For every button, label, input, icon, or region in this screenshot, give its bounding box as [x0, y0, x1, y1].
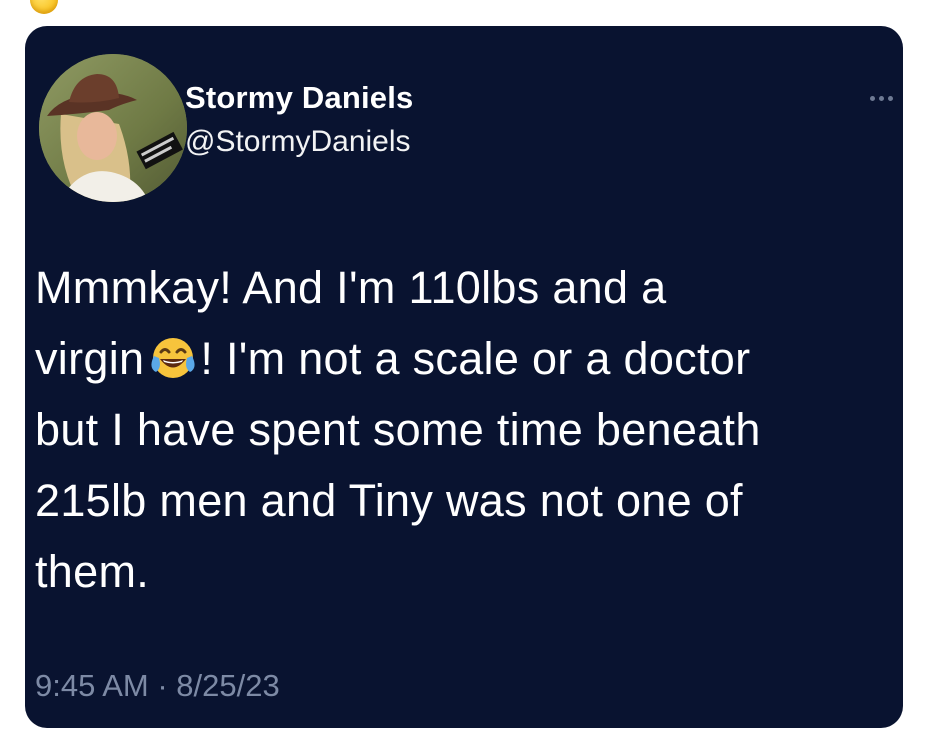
tweet-timestamp[interactable]: 9:45 AM · 8/25/23	[35, 668, 280, 704]
tweet-card: Stormy Daniels @StormyDaniels Mmmkay! An…	[25, 26, 903, 728]
face-with-tears-of-joy-emoji	[151, 338, 195, 378]
more-dot	[869, 95, 875, 101]
more-dot	[878, 95, 884, 101]
author-handle[interactable]: @StormyDaniels	[185, 125, 411, 159]
tweet-text: Mmmkay! And I'm 110lbs and a virgin ! I'…	[35, 252, 895, 607]
more-horizontal-icon[interactable]	[861, 78, 901, 118]
author-display-name[interactable]: Stormy Daniels	[185, 80, 414, 116]
more-dot	[887, 95, 893, 101]
avatar[interactable]	[39, 54, 187, 202]
tweet-text-segment: ! I'm not a scale or a doctor	[200, 333, 751, 384]
tweet-line: Mmmkay! And I'm 110lbs and a	[35, 262, 667, 313]
tweet-line: but I have spent some time beneath	[35, 404, 761, 455]
tweet-line: 215lb men and Tiny was not one of	[35, 475, 743, 526]
tweet-line: virgin ! I'm not a scale or a doctor	[35, 323, 895, 394]
partial-emoji-icon	[30, 0, 58, 14]
tweet-text-segment: virgin	[35, 333, 145, 384]
tweet-line: them.	[35, 546, 150, 597]
